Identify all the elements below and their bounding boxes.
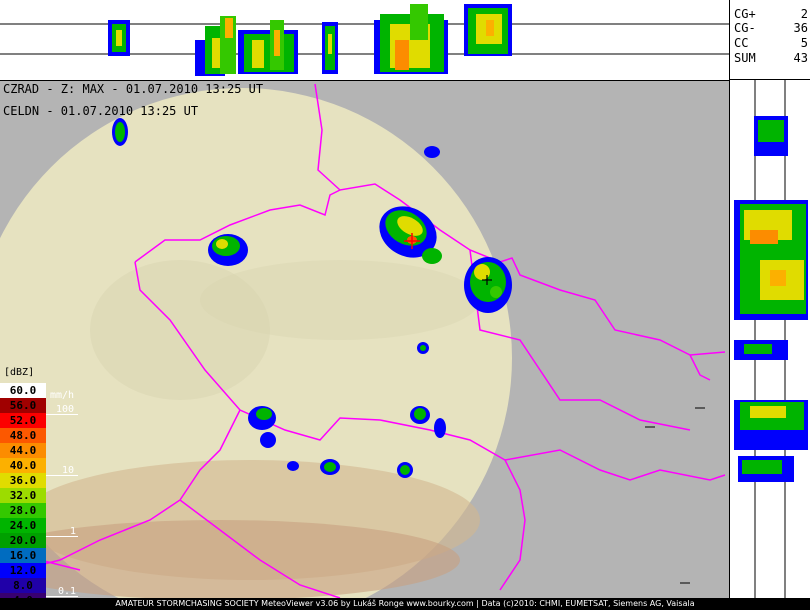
side-profile-panel — [729, 80, 810, 610]
top-profile-chart — [0, 4, 729, 76]
top-profile-panel — [0, 0, 729, 81]
legend-level: 16.0 — [0, 548, 46, 563]
legend-level: 60.0 — [0, 383, 46, 398]
echo-column — [374, 4, 448, 74]
legend-level: 56.0 — [0, 398, 46, 413]
legend-level: 44.0 — [0, 443, 46, 458]
radar-echo — [417, 342, 429, 354]
footer-credits: AMATEUR STORMCHASING SOCIETY MeteoViewer… — [0, 598, 810, 610]
echo-column — [464, 4, 512, 56]
lightning-product-title: CELDN - 01.07.2010 13:25 UT — [3, 104, 199, 118]
echo-row — [754, 116, 788, 156]
echo-column — [195, 16, 236, 76]
radar-echo — [397, 462, 413, 478]
radar-echo — [208, 234, 248, 266]
echo-row — [734, 200, 808, 320]
legend-level: 32.0 — [0, 488, 46, 503]
legend-level: 48.0 — [0, 428, 46, 443]
radar-echo — [464, 257, 512, 313]
echo-column — [322, 22, 338, 74]
rate-label: 1 — [70, 526, 77, 537]
rate-label: 100 — [56, 404, 75, 415]
radar-product-title: CZRAD - Z: MAX - 01.07.2010 13:25 UT — [3, 82, 264, 96]
side-profile-chart — [734, 80, 808, 610]
legend-rate-unit: mm/h — [50, 390, 75, 401]
radar-map[interactable] — [0, 81, 729, 598]
bohemian-relief — [200, 260, 480, 340]
legend-level: 52.0 — [0, 413, 46, 428]
rate-label: 0.1 — [58, 586, 77, 597]
radar-echo — [424, 146, 440, 158]
legend-level: 20.0 — [0, 533, 46, 548]
radar-echo — [287, 461, 299, 471]
radar-echo — [112, 118, 128, 146]
radar-echo — [320, 459, 340, 475]
legend-level: 12.0 — [0, 563, 46, 578]
lightning-stats: CG+ 2 CG- 36 CC 5 SUM 43 — [729, 0, 810, 80]
legend-level: 28.0 — [0, 503, 46, 518]
rate-label: 10 — [62, 465, 75, 476]
legend-level: 40.0 — [0, 458, 46, 473]
legend-level: 24.0 — [0, 518, 46, 533]
legend-unit: [dBZ] — [4, 367, 35, 378]
echo-column — [108, 20, 130, 56]
legend-level: 36.0 — [0, 473, 46, 488]
echo-row — [734, 340, 788, 360]
echo-row — [734, 400, 808, 482]
echo-column — [238, 20, 298, 74]
legend-level: 8.0 — [0, 578, 46, 593]
radar-viewer: CG+ 2 CG- 36 CC 5 SUM 43 CZRAD - Z: MAX … — [0, 0, 810, 610]
